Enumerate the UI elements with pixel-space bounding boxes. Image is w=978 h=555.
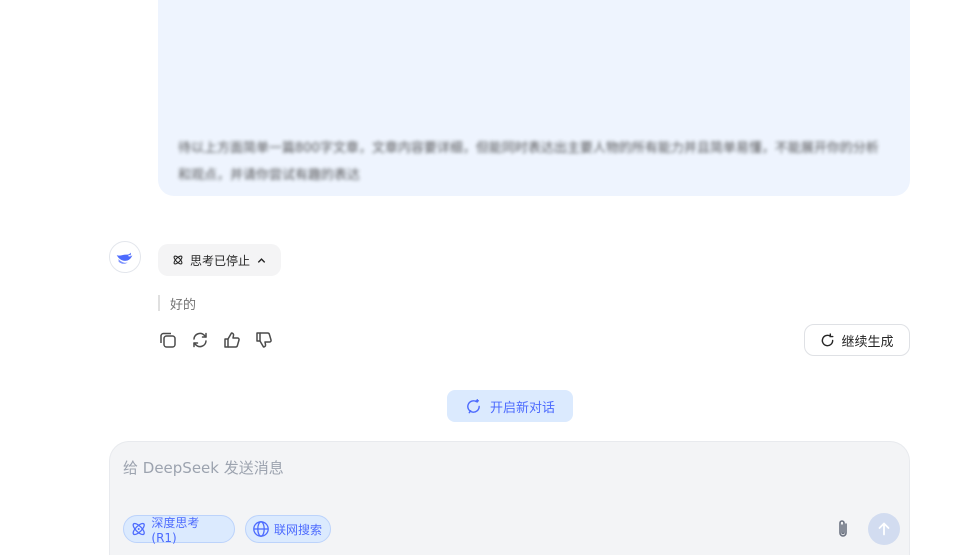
new-chat-label: 开启新对话 (489, 400, 555, 416)
deep-think-toggle[interactable]: 深度思考 (R1) (123, 515, 235, 545)
chevron-up-icon (256, 255, 267, 266)
assistant-reply: 好的 (158, 295, 197, 313)
user-message-bubble: 待以上方面简单一篇800字文章，文章内容要详细，但能同时表达出主要人物的所有能力… (158, 0, 910, 196)
thumbs-down-icon (256, 332, 272, 348)
deepseek-whale-icon (116, 252, 133, 264)
paperclip-icon (839, 520, 847, 537)
attach-button[interactable] (830, 516, 856, 542)
new-chat-button[interactable]: 开启新对话 (447, 390, 573, 422)
assistant-avatar (109, 241, 141, 273)
continue-generate-label: 继续生成 (841, 334, 894, 350)
continue-generate-button[interactable]: 继续生成 (804, 324, 910, 356)
think-status-label: 思考已停止 (190, 253, 251, 268)
thumbs-up-icon (224, 332, 240, 348)
think-status-toggle[interactable]: 思考已停止 (158, 244, 282, 276)
new-chat-icon (467, 398, 480, 413)
regenerate-button[interactable] (190, 329, 210, 351)
web-search-label: 联网搜索 (274, 522, 323, 537)
copy-button[interactable] (158, 329, 178, 351)
user-message-text: 待以上方面简单一篇800字文章，文章内容要详细，但能同时表达出主要人物的所有能力… (178, 141, 879, 183)
message-input[interactable] (123, 456, 803, 480)
regenerate-icon (193, 332, 207, 348)
globe-icon (253, 521, 269, 537)
refresh-icon (822, 332, 834, 346)
assistant-reply-text: 好的 (170, 297, 197, 313)
arrow-up-icon (878, 522, 890, 536)
like-button[interactable] (222, 329, 242, 351)
web-search-toggle[interactable]: 联网搜索 (245, 515, 331, 543)
atom-icon (172, 254, 184, 266)
message-composer: 深度思考 (R1) 联网搜索 (109, 441, 910, 555)
message-actions (158, 329, 274, 351)
deep-think-label: 深度思考 (R1) (151, 515, 200, 545)
copy-icon (160, 332, 176, 348)
send-button[interactable] (868, 513, 900, 545)
dislike-button[interactable] (254, 329, 274, 351)
atom-icon (132, 522, 145, 536)
